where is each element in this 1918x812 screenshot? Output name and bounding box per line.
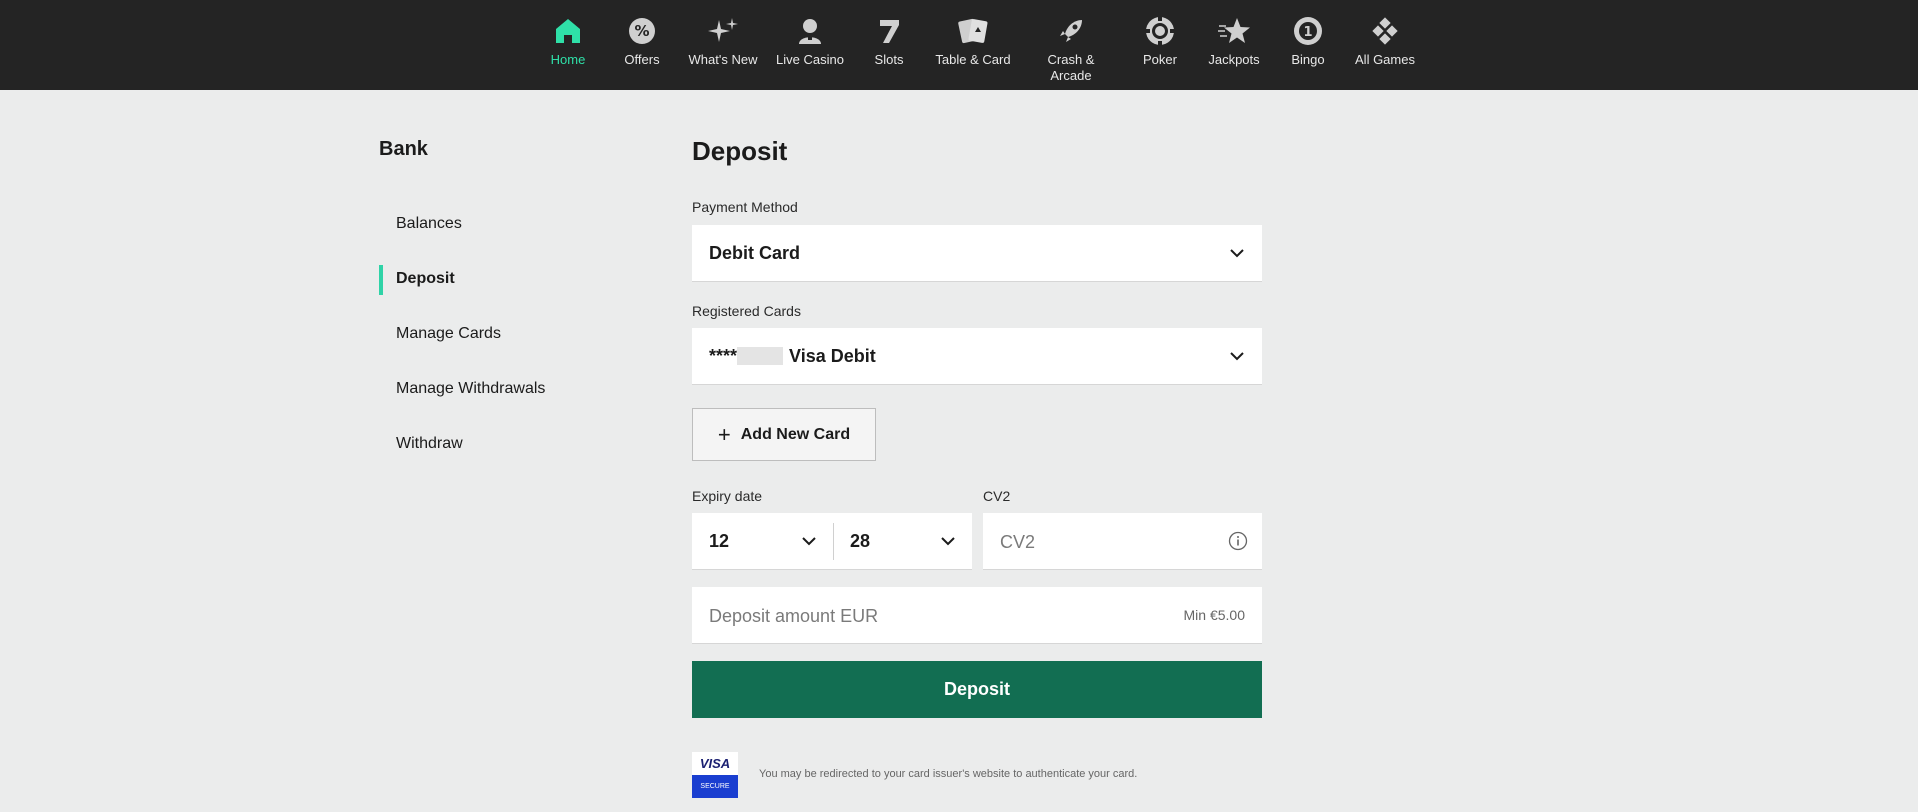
nav-label: Offers xyxy=(624,52,660,67)
nav-item-crash-arcade[interactable]: Crash & Arcade xyxy=(1021,14,1121,84)
sidebar-item-manage-cards[interactable]: Manage Cards xyxy=(379,306,629,361)
dealer-icon xyxy=(793,14,827,48)
registered-card-name: Visa Debit xyxy=(789,345,876,366)
nav-label: Slots xyxy=(874,52,904,67)
cv2-field xyxy=(983,513,1262,570)
svg-text:1: 1 xyxy=(1303,25,1312,40)
info-icon[interactable] xyxy=(1228,531,1248,551)
visa-secure-text: SECURE xyxy=(692,775,738,798)
cv2-label: CV2 xyxy=(983,488,1011,504)
nav-item-all-games[interactable]: All Games xyxy=(1335,14,1435,68)
sidebar-item-manage-withdrawals[interactable]: Manage Withdrawals xyxy=(379,361,629,416)
poker-chip-icon xyxy=(1143,14,1177,48)
percent-badge-icon: % xyxy=(625,14,659,48)
star-icon xyxy=(1217,14,1251,48)
expiry-date-field: 12 28 xyxy=(692,513,972,570)
sidebar-item-balances[interactable]: Balances xyxy=(379,196,629,251)
chevron-down-icon xyxy=(1230,352,1244,361)
payment-method-label: Payment Method xyxy=(692,199,798,215)
sidebar-menu: Balances Deposit Manage Cards Manage Wit… xyxy=(379,196,629,471)
dice-icon xyxy=(1368,14,1402,48)
min-amount-hint: Min €5.00 xyxy=(1183,607,1245,623)
chevron-down-icon xyxy=(1230,249,1244,258)
payment-method-select[interactable]: Debit Card xyxy=(692,225,1262,282)
visa-logo-text: VISA xyxy=(692,752,738,775)
sidebar-item-deposit[interactable]: Deposit xyxy=(379,251,629,306)
expiry-year-select[interactable]: 28 xyxy=(833,513,972,570)
payment-method-value: Debit Card xyxy=(709,242,801,263)
nav-label: Home xyxy=(550,52,586,67)
expiry-month-select[interactable]: 12 xyxy=(692,513,833,570)
nav-label: Crash & Arcade xyxy=(1047,52,1095,83)
seven-icon xyxy=(872,14,906,48)
expiry-month-value: 12 xyxy=(709,531,730,551)
card-number-prefix: **** xyxy=(709,345,738,366)
chevron-down-icon xyxy=(941,537,955,546)
nav-label: Poker xyxy=(1143,52,1177,67)
nav-label: Bingo xyxy=(1291,52,1325,67)
nav-label: Live Casino xyxy=(776,52,844,67)
rocket-icon xyxy=(1054,14,1088,48)
registered-cards-select[interactable]: **** Visa Debit xyxy=(692,328,1262,385)
visa-secure-logo: VISA SECURE xyxy=(692,752,738,798)
registered-cards-label: Registered Cards xyxy=(692,303,801,319)
plus-icon: + xyxy=(717,421,731,447)
nav-label: Jackpots xyxy=(1208,52,1260,67)
add-new-card-button[interactable]: + Add New Card xyxy=(692,408,876,461)
chevron-down-icon xyxy=(802,537,816,546)
sidebar-title: Bank xyxy=(379,138,428,160)
deposit-amount-input[interactable] xyxy=(709,603,1109,629)
deposit-submit-button[interactable]: Deposit xyxy=(692,661,1262,718)
home-icon xyxy=(551,14,585,48)
page-title: Deposit xyxy=(692,136,788,166)
svg-text:%: % xyxy=(634,22,649,40)
bingo-ball-icon: 1 xyxy=(1291,14,1325,48)
cv2-input[interactable] xyxy=(1000,529,1200,555)
nav-item-table-card[interactable]: Table & Card xyxy=(923,14,1023,68)
top-navigation: Home % Offers What's New Live Casino Slo… xyxy=(0,0,1918,90)
add-card-label: Add New Card xyxy=(740,425,851,443)
sparkles-icon xyxy=(706,14,740,48)
cards-icon xyxy=(956,14,990,48)
deposit-amount-field: Min €5.00 xyxy=(692,587,1262,644)
nav-item-whats-new[interactable]: What's New xyxy=(673,14,773,68)
expiry-year-value: 28 xyxy=(850,531,871,551)
nav-label: All Games xyxy=(1355,52,1415,67)
sidebar-item-withdraw[interactable]: Withdraw xyxy=(379,416,629,471)
nav-label: Table & Card xyxy=(935,52,1011,67)
masked-card-digits xyxy=(737,347,784,365)
redirect-notice: You may be redirected to your card issue… xyxy=(759,768,1138,780)
expiry-date-label: Expiry date xyxy=(692,488,763,504)
nav-label: What's New xyxy=(688,52,758,67)
